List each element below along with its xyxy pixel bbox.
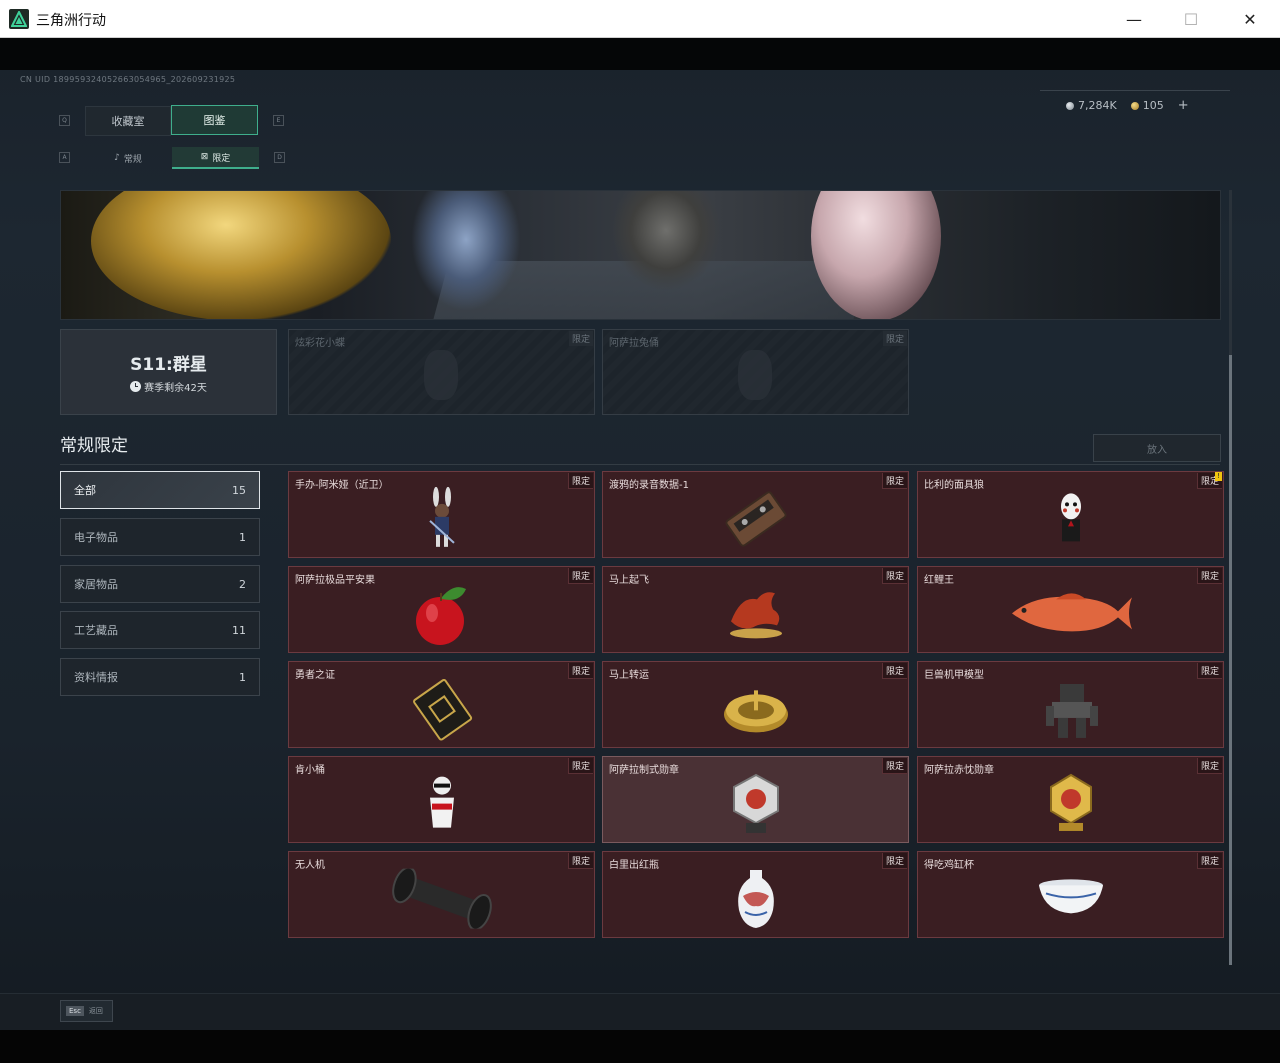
item-silhouette-icon (738, 350, 772, 400)
soldier-figure-art (611, 191, 721, 291)
section-title: 常规限定 (60, 436, 128, 456)
carp-icon (1011, 592, 1132, 631)
silver-currency: 7,284K (1066, 99, 1117, 112)
soldier-figure-art (411, 191, 521, 311)
showcase-slot[interactable]: 阿萨拉兔俑 限定 (602, 329, 909, 415)
tab-codex[interactable]: 图鉴 (171, 105, 258, 135)
minimize-button[interactable]: — (1112, 4, 1156, 34)
season-banner-image (60, 190, 1221, 320)
add-currency-button[interactable]: + (1178, 98, 1189, 113)
silver-coin-icon (1066, 102, 1074, 110)
card-icon (412, 678, 472, 741)
apple-icon (415, 586, 466, 645)
dial-icon (723, 689, 788, 732)
window-title: 三角洲行动 (36, 13, 106, 29)
medal-gold-icon (1049, 773, 1092, 831)
section-divider (60, 464, 1220, 465)
golden-turtle-art (91, 191, 391, 319)
collection-item-card[interactable]: 肯小桶 限定 (288, 756, 595, 843)
collection-item-card[interactable]: 阿萨拉赤忱勋章 限定 (917, 756, 1224, 843)
key-hint-a: A (59, 152, 70, 163)
collection-item-card[interactable]: 得吃鸡缸杯 限定 (917, 851, 1224, 938)
limited-icon: ⊠ (200, 152, 209, 162)
collection-item-card[interactable]: 红鲤王 限定 (917, 566, 1224, 653)
gold-currency: 105 (1130, 99, 1164, 112)
key-hint-e: E (273, 115, 284, 126)
window-titlebar: 三角洲行动 — ☐ ✕ (0, 0, 1280, 38)
content-scrollbar[interactable] (1229, 190, 1232, 965)
season-card: S11:群星 赛季剩余42天 (60, 329, 277, 415)
subtab-limited[interactable]: ⊠ 限定 (172, 147, 259, 169)
music-note-icon: ♪ (114, 153, 120, 163)
bucket-figure-icon (429, 776, 454, 828)
drone-icon (391, 868, 492, 929)
key-hint-d: D (274, 152, 285, 163)
scrollbar-thumb[interactable] (1229, 355, 1232, 965)
player-uid: CN UID 1899593240526630549​65_2026092319… (20, 75, 236, 84)
subtab-regular[interactable]: ♪ 常规 (85, 147, 171, 169)
showcase-slot[interactable]: 炫彩花小蝶 限定 (288, 329, 595, 415)
season-remaining: 赛季剩余42天 (130, 379, 207, 394)
bowl-icon (1038, 878, 1103, 913)
bottom-bar (0, 993, 1280, 1030)
put-in-button[interactable]: 放入 (1093, 434, 1221, 462)
collection-item-card[interactable]: 渡鸦的录音数据-1 限定 (602, 471, 909, 558)
collection-item-card[interactable]: 阿萨拉极品平安果 限定 (288, 566, 595, 653)
gold-coin-icon (1130, 102, 1139, 110)
collection-item-card[interactable]: 白里出红瓶 限定 (602, 851, 909, 938)
puppet-icon (1060, 492, 1081, 541)
category-all[interactable]: 全部 15 (60, 471, 260, 509)
season-title: S11:群星 (130, 355, 207, 375)
new-alert-icon: ! (1215, 472, 1222, 481)
category-household[interactable]: 家居物品 2 (60, 565, 260, 603)
medal-silver-icon (732, 773, 779, 833)
key-hint-q: Q (59, 115, 70, 126)
collection-item-card[interactable]: 马上转运 限定 (602, 661, 909, 748)
collection-item-card[interactable]: 勇者之证 限定 (288, 661, 595, 748)
collection-item-card[interactable]: 巨兽机甲模型 限定 (917, 661, 1224, 748)
currency-bar: 7,284K 105 + (1040, 90, 1230, 120)
esc-key-hint: Esc (66, 1006, 84, 1016)
game-top-strip (0, 38, 1280, 70)
category-electronics[interactable]: 电子物品 1 (60, 518, 260, 556)
collection-item-card[interactable]: 马上起飞 限定 (602, 566, 909, 653)
tab-collection-room[interactable]: 收藏室 (85, 106, 171, 136)
category-crafts[interactable]: 工艺藏品 11 (60, 611, 260, 649)
item-silhouette-icon (424, 350, 458, 400)
collection-item-card[interactable]: 手办-阿米娅（近卫） 限定 (288, 471, 595, 558)
collection-item-card[interactable]: 无人机 限定 (288, 851, 595, 938)
game-viewport: CN UID 1899593240526630549​65_2026092319… (0, 38, 1280, 1030)
horse-icon (729, 591, 782, 638)
vase-icon (737, 869, 774, 928)
figurine-icon (428, 486, 455, 547)
mech-icon (1045, 683, 1098, 738)
back-button[interactable]: Esc 返回 (60, 1000, 113, 1022)
collection-item-card[interactable]: 比利的面具狼 限定 ! (917, 471, 1224, 558)
cassette-icon (724, 490, 787, 547)
clock-icon (130, 381, 142, 392)
close-button[interactable]: ✕ (1228, 4, 1272, 34)
maximize-button[interactable]: ☐ (1169, 4, 1213, 34)
letterbox-bottom (0, 1030, 1280, 1063)
collection-item-card[interactable]: 阿萨拉制式勋章 限定 (602, 756, 909, 843)
app-logo-icon (9, 9, 29, 29)
category-intel[interactable]: 资料情报 1 (60, 658, 260, 696)
